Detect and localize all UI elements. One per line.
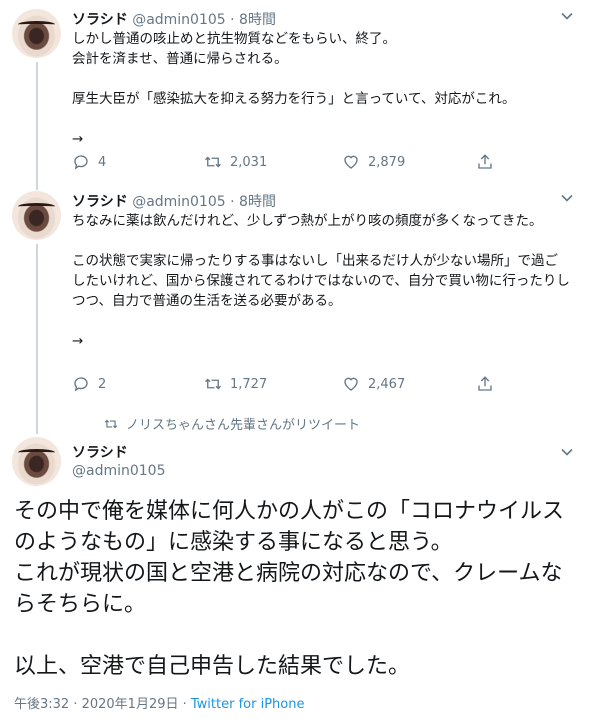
display-name[interactable]: ソラシド <box>72 12 128 28</box>
separator-dot: · <box>230 12 235 28</box>
avatar[interactable] <box>12 437 61 486</box>
chevron-down-icon[interactable] <box>561 10 573 22</box>
tweet-header: ソラシド @admin0105 · 8時間 <box>72 191 276 211</box>
retweet-icon <box>205 378 221 390</box>
chevron-down-icon[interactable] <box>561 446 573 458</box>
share-button[interactable] <box>476 153 494 171</box>
share-icon <box>478 154 492 169</box>
user-handle[interactable]: @admin0105 <box>132 194 226 210</box>
like-button[interactable]: 2,879 <box>342 153 405 171</box>
avatar[interactable] <box>12 191 61 240</box>
reply-button[interactable]: 2 <box>72 375 106 393</box>
share-button[interactable] <box>476 375 494 393</box>
tweet-actions: 2 1,727 2,467 <box>72 375 512 395</box>
tweet[interactable]: ソラシド @admin0105 · 8時間 ちなみに薬は飲んだけれど、少しずつ熱… <box>0 182 589 407</box>
heart-icon <box>344 155 358 169</box>
retweet-count: 2,031 <box>230 154 268 170</box>
tweet-timestamp[interactable]: 午後3:32 · 2020年1月29日 · <box>14 697 191 712</box>
tweet-metadata: 午後3:32 · 2020年1月29日 · Twitter for iPhone <box>14 693 304 712</box>
reply-button[interactable]: 4 <box>72 153 106 171</box>
tweet-source-link[interactable]: Twitter for iPhone <box>191 697 305 712</box>
reply-count: 2 <box>98 376 107 392</box>
tweet-header: ソラシド @admin0105 · 8時間 <box>72 9 276 29</box>
retweet-icon <box>104 419 118 428</box>
tweet-time[interactable]: 8時間 <box>239 194 276 210</box>
chevron-down-icon[interactable] <box>561 192 573 204</box>
reply-icon <box>74 377 88 392</box>
like-count: 2,879 <box>368 154 406 170</box>
display-name[interactable]: ソラシド <box>72 194 128 210</box>
retweet-icon <box>205 156 221 168</box>
separator-dot: · <box>230 194 235 210</box>
user-handle[interactable]: @admin0105 <box>72 463 166 479</box>
tweet-actions: 4 2,031 2,879 <box>72 153 512 173</box>
reply-icon <box>74 155 88 170</box>
retweet-count: 1,727 <box>230 376 268 392</box>
retweet-notice[interactable]: ノリスちゃんさん先輩さんがリツイート <box>104 414 360 433</box>
tweet-time[interactable]: 8時間 <box>239 12 276 28</box>
reply-count: 4 <box>98 154 107 170</box>
retweet-button[interactable]: 2,031 <box>204 153 267 171</box>
display-name[interactable]: ソラシド <box>72 442 128 462</box>
retweet-button[interactable]: 1,727 <box>204 375 267 393</box>
avatar[interactable] <box>12 9 61 58</box>
user-handle[interactable]: @admin0105 <box>132 12 226 28</box>
retweet-notice-text: ノリスちゃんさん先輩さんがリツイート <box>126 418 361 433</box>
tweet-text: しかし普通の咳止めと抗生物質などをもらい、終了。 会計を済ませ、普通に帰らされる… <box>72 31 516 147</box>
like-button[interactable]: 2,467 <box>342 375 405 393</box>
tweet[interactable]: ソラシド @admin0105 · 8時間 しかし普通の咳止めと抗生物質などをも… <box>0 0 589 190</box>
share-icon <box>478 376 492 391</box>
like-count: 2,467 <box>368 376 406 392</box>
tweet-text: ちなみに薬は飲んだけれど、少しずつ熱が上がり咳の頻度が多くなってきた。 この状態… <box>72 213 570 349</box>
main-tweet-text: その中で俺を媒体に何人かの人がこの「コロナウイルスのようなもの」に感染する事にな… <box>14 499 565 679</box>
heart-icon <box>344 377 358 391</box>
